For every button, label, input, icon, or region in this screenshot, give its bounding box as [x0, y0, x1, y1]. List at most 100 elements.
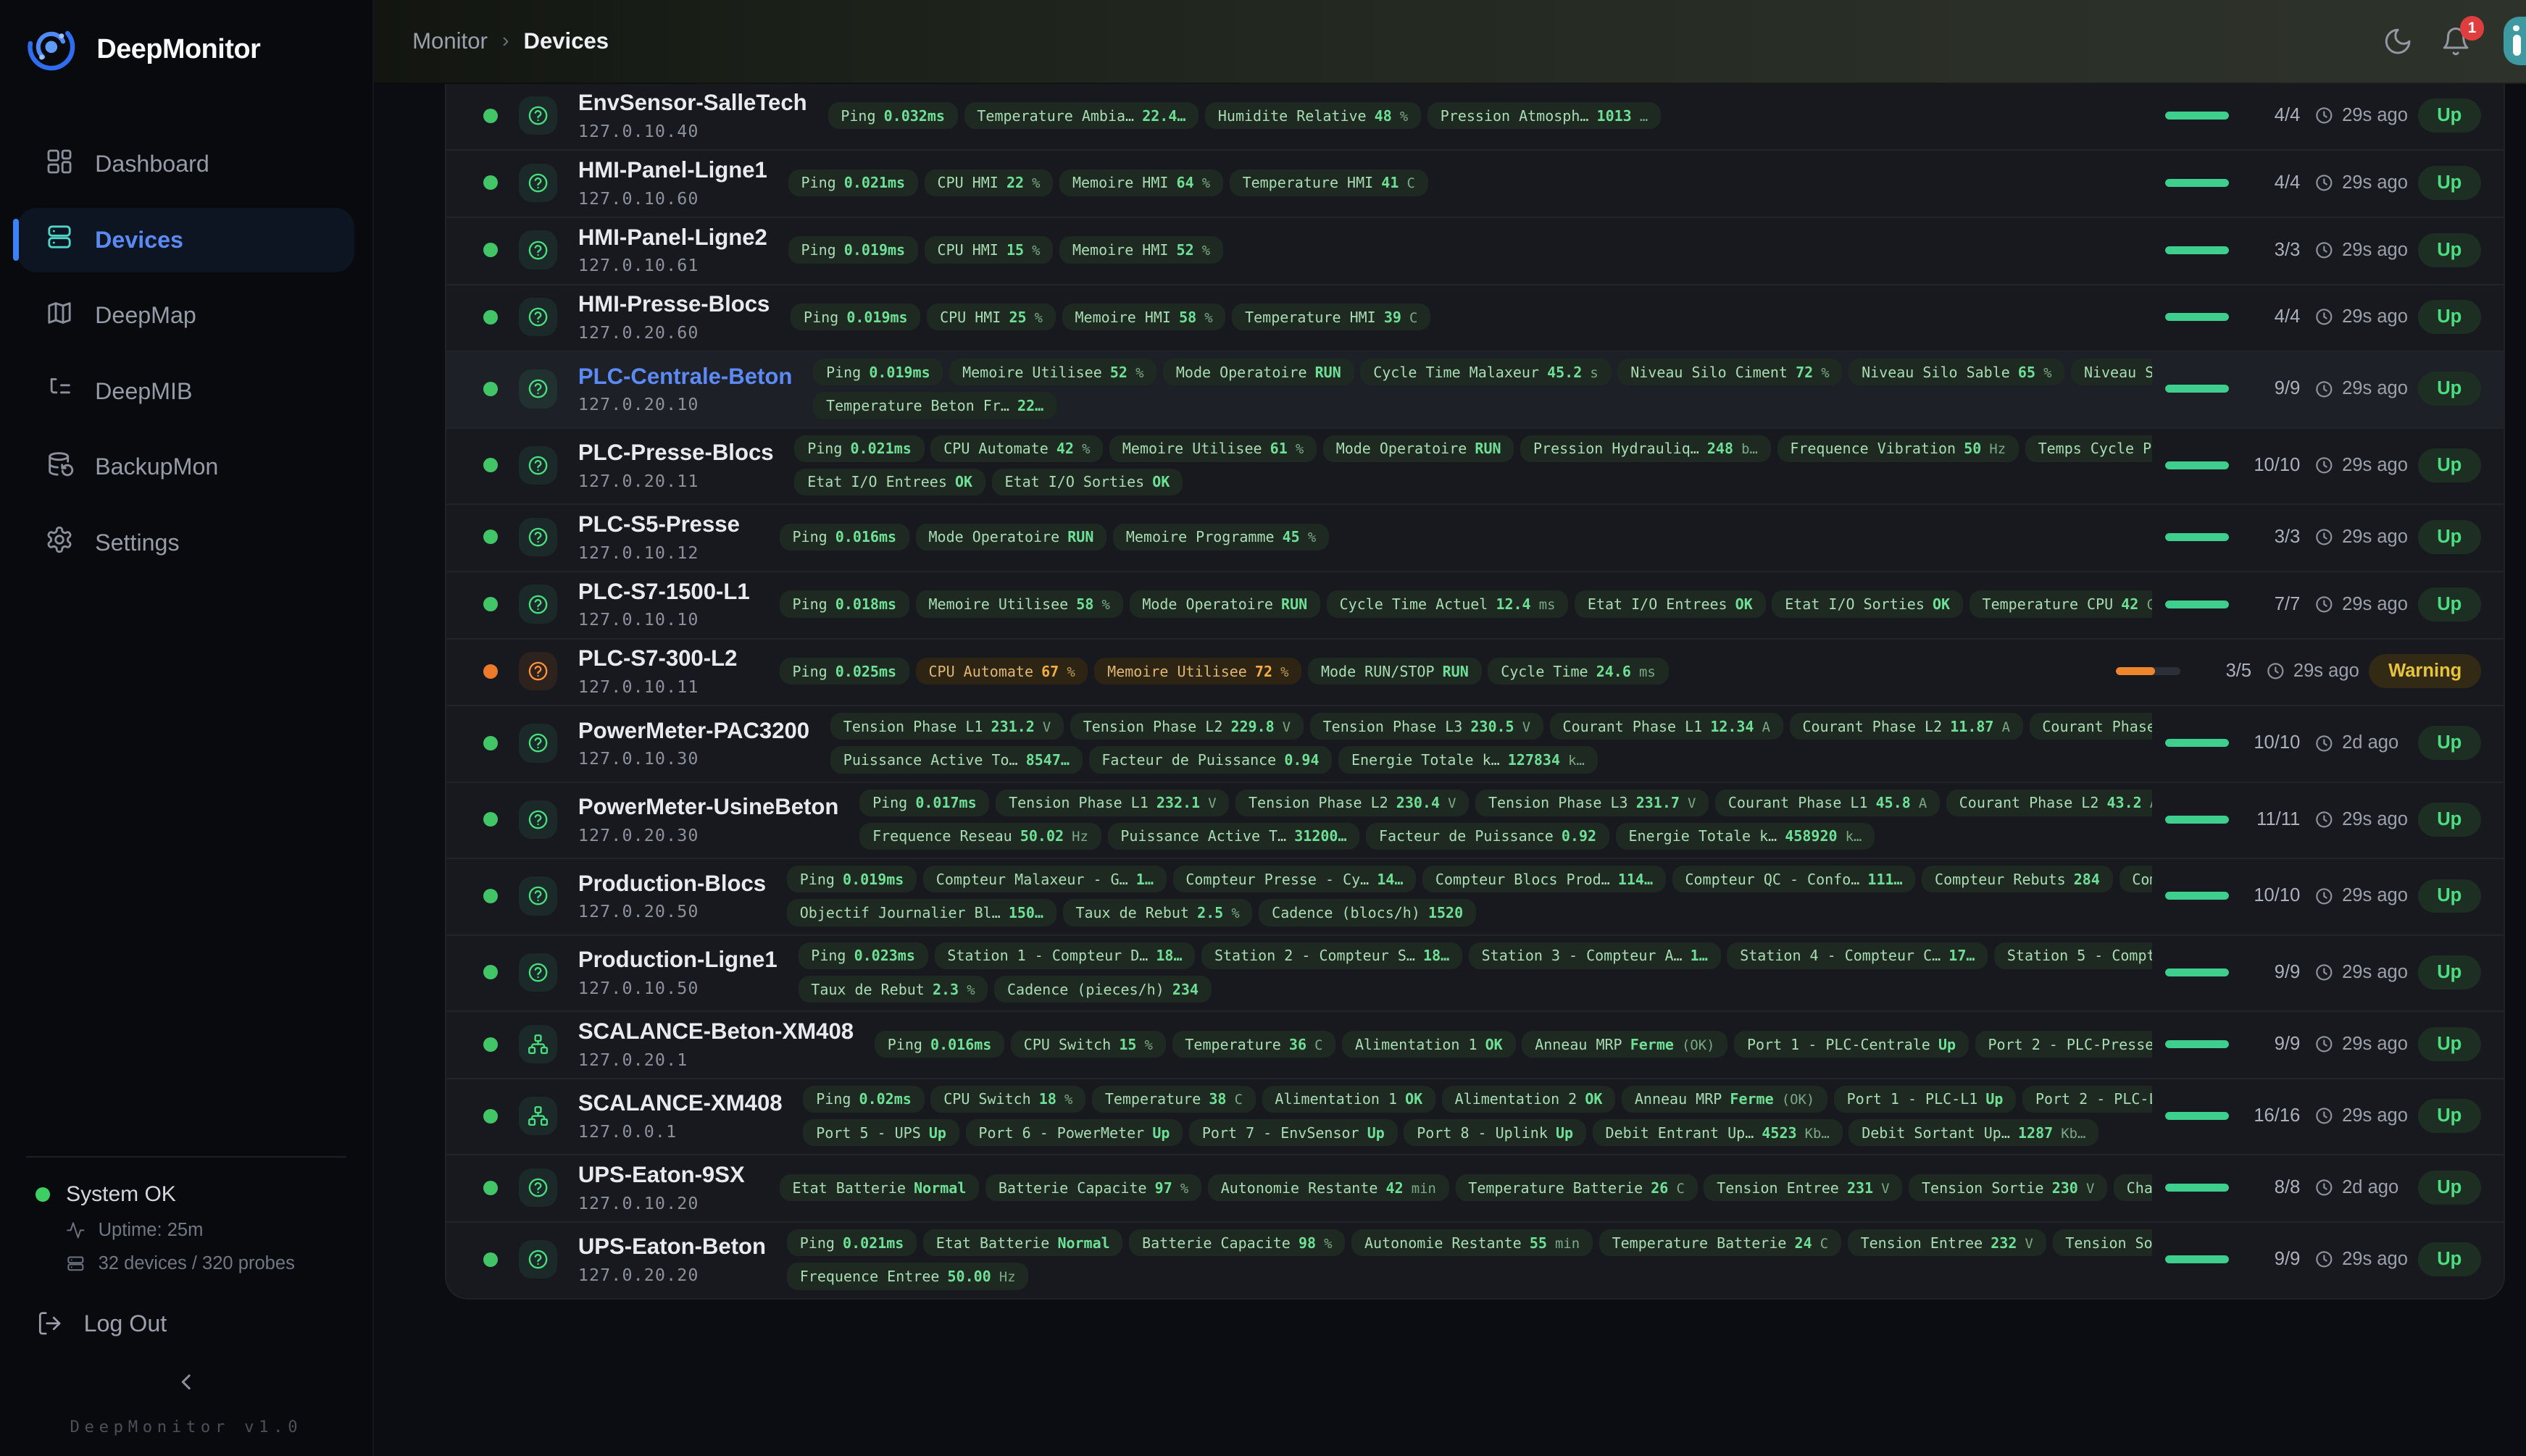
question-icon	[519, 876, 557, 915]
device-name[interactable]: PLC-Presse-Blocs	[578, 440, 774, 466]
clock-icon	[2314, 456, 2334, 475]
logout-button[interactable]: Log Out	[36, 1310, 346, 1337]
device-meta: 10/1029s agoUp	[2165, 448, 2481, 482]
device-name[interactable]: Production-Ligne1	[578, 947, 778, 973]
dark-mode-toggle[interactable]	[2383, 26, 2413, 57]
device-name[interactable]: PLC-S7-1500-L1	[578, 579, 759, 605]
device-row[interactable]: PLC-S7-1500-L1127.0.10.10Ping0.018msMemo…	[446, 571, 2504, 638]
device-row[interactable]: SCALANCE-XM408127.0.0.1 Ping0.02msCPU Swi…	[446, 1078, 2504, 1155]
device-name[interactable]: PLC-S5-Presse	[578, 511, 759, 537]
device-row[interactable]: PLC-Centrale-Beton127.0.20.10 Ping0.019ms…	[446, 351, 2504, 427]
device-meta: 9/929s agoUp	[2165, 955, 2481, 990]
probe-chip: Pression Atmosph…1013…	[1427, 102, 1661, 129]
breadcrumb-root[interactable]: Monitor	[412, 28, 488, 54]
device-row[interactable]: EnvSensor-SalleTech127.0.10.40Ping0.032m…	[446, 84, 2504, 150]
device-identity: SCALANCE-Beton-XM408127.0.20.1	[578, 1018, 854, 1070]
device-name[interactable]: SCALANCE-Beton-XM408	[578, 1018, 854, 1045]
device-row[interactable]: Production-Blocs127.0.20.50Ping0.019msCo…	[446, 858, 2504, 934]
sidebar-item-label: Devices	[95, 227, 183, 254]
brand-name: DeepMonitor	[96, 34, 260, 65]
device-row[interactable]: SCALANCE-Beton-XM408127.0.20.1Ping0.016m…	[446, 1011, 2504, 1078]
avatar[interactable]	[2504, 17, 2526, 65]
device-row[interactable]: PLC-S5-Presse127.0.10.12Ping0.016msMode …	[446, 503, 2504, 571]
probe-progress-bar	[2165, 112, 2230, 120]
sidebar-item-deepmib[interactable]: DeepMIB	[17, 359, 354, 424]
device-name[interactable]: UPS-Eaton-9SX	[578, 1162, 759, 1188]
device-name[interactable]: HMI-Panel-Ligne1	[578, 157, 767, 183]
device-name[interactable]: UPS-Eaton-Beton	[578, 1234, 766, 1260]
sidebar-item-devices[interactable]: Devices	[17, 208, 354, 272]
device-row[interactable]: PLC-Presse-Blocs127.0.20.11Ping0.021msCP…	[446, 427, 2504, 504]
clock-icon	[2314, 887, 2334, 906]
last-check: 29s ago	[2314, 962, 2417, 983]
notifications-button[interactable]: 1	[2440, 26, 2471, 57]
probe-chip: Taux de Rebut2.3%	[799, 976, 988, 1003]
probe-chip-line: Ping0.02msCPU Switch18%Temperature38CAli…	[803, 1086, 2151, 1113]
probe-chip: Ping0.019ms	[813, 359, 943, 385]
device-name[interactable]: HMI-Presse-Blocs	[578, 291, 770, 317]
probe-chip: Puissance Active T…31200…	[1108, 823, 1360, 850]
device-meta: 4/429s agoUp	[2165, 300, 2481, 334]
probe-chip: Temperature HMI39C	[1232, 304, 1430, 330]
device-name[interactable]: PLC-S7-300-L2	[578, 645, 759, 671]
probe-chip: Port 2 - PLC-PresseUp	[1975, 1031, 2152, 1058]
probe-chip: Port 1 - PLC-L1Up	[1834, 1086, 2016, 1113]
status-dot	[483, 458, 498, 472]
device-name[interactable]: SCALANCE-XM408	[578, 1090, 783, 1116]
device-name[interactable]: HMI-Panel-Ligne2	[578, 225, 767, 251]
breadcrumb-current: Devices	[523, 28, 609, 54]
last-check-time: 29s ago	[2342, 962, 2408, 983]
device-name[interactable]: PowerMeter-PAC3200	[578, 718, 809, 744]
device-row[interactable]: HMI-Panel-Ligne2127.0.10.61Ping0.019msCP…	[446, 217, 2504, 284]
device-name[interactable]: PowerMeter-UsineBeton	[578, 794, 839, 820]
device-row[interactable]: HMI-Presse-Blocs127.0.20.60Ping0.019msCP…	[446, 284, 2504, 351]
device-row[interactable]: PowerMeter-UsineBeton127.0.20.30Ping0.01…	[446, 782, 2504, 858]
last-check-time: 29s ago	[2342, 527, 2408, 548]
probe-count: 3/3	[2246, 527, 2301, 548]
question-icon	[519, 446, 557, 485]
probe-chip: Temps Cycle Presse18.5s	[2025, 435, 2152, 462]
probe-chip: Ping0.019ms	[791, 304, 920, 330]
question-icon	[519, 652, 557, 690]
device-name[interactable]: Production-Blocs	[578, 871, 766, 897]
device-identity: PLC-Centrale-Beton127.0.20.10	[578, 364, 793, 415]
probe-progress-bar	[2116, 667, 2180, 675]
sidebar-item-dashboard[interactable]: Dashboard	[17, 132, 354, 196]
status-dot	[483, 965, 498, 979]
probe-progress-bar	[2165, 533, 2230, 541]
probe-progress-bar	[2165, 739, 2230, 747]
device-meta: 16/1629s agoUp	[2165, 1099, 2481, 1133]
clock-icon	[2314, 527, 2334, 547]
last-check-time: 29s ago	[2342, 809, 2408, 830]
device-identity: EnvSensor-SalleTech127.0.10.40	[578, 90, 807, 141]
probe-chip: Niveau Silo Sable65%	[1848, 359, 2064, 385]
clock-icon	[2314, 1034, 2334, 1054]
status-pill: Up	[2418, 233, 2481, 267]
device-name[interactable]: EnvSensor-SalleTech	[578, 90, 807, 116]
sidebar: DeepMonitor Dashboard Devices DeepMap DeepM…	[0, 0, 374, 1456]
device-identity: PLC-S7-300-L2127.0.10.11	[578, 645, 759, 697]
device-row[interactable]: PowerMeter-PAC3200127.0.10.30Tension Pha…	[446, 705, 2504, 782]
probe-chip: Ping0.018ms	[780, 590, 909, 617]
probe-chip: Energie Totale k…127834k…	[1338, 746, 1597, 773]
device-row[interactable]: HMI-Panel-Ligne1127.0.10.60Ping0.021msCP…	[446, 149, 2504, 217]
device-name[interactable]: PLC-Centrale-Beton	[578, 364, 793, 390]
probe-count: 4/4	[2246, 105, 2301, 126]
probe-chips: Ping0.021msCPU HMI22%Memoire HMI64%Tempe…	[788, 170, 2152, 196]
device-row[interactable]: Production-Ligne1127.0.10.50Ping0.023msS…	[446, 934, 2504, 1011]
sidebar-item-deepmap[interactable]: DeepMap	[17, 283, 354, 348]
sidebar-item-backupmon[interactable]: BackupMon	[17, 435, 354, 499]
probe-chip: Memoire Utilisee52%	[949, 359, 1156, 385]
status-dot	[483, 530, 498, 544]
device-identity: SCALANCE-XM408127.0.0.1	[578, 1090, 783, 1142]
device-ip: 127.0.10.20	[578, 1193, 759, 1213]
probe-count: 9/9	[2246, 1034, 2301, 1055]
clock-icon	[2314, 810, 2334, 829]
collapse-sidebar-button[interactable]	[26, 1369, 347, 1395]
device-row[interactable]: UPS-Eaton-9SX127.0.10.20Etat BatterieNor…	[446, 1154, 2504, 1221]
status-dot	[483, 1252, 498, 1267]
probe-chip: Port 6 - PowerMeterUp	[966, 1119, 1183, 1146]
sidebar-item-settings[interactable]: Settings	[17, 511, 354, 575]
device-row[interactable]: UPS-Eaton-Beton127.0.20.20Ping0.021msEta…	[446, 1221, 2504, 1298]
device-row[interactable]: PLC-S7-300-L2127.0.10.11Ping0.025msCPU A…	[446, 638, 2504, 706]
